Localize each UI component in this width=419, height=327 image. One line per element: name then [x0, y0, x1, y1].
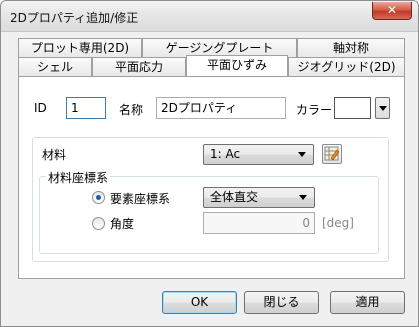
element-coord-label: 要素座標系 [110, 192, 171, 206]
material-label: 材料 [42, 148, 67, 162]
angle-unit: [deg] [322, 216, 354, 230]
tab-label: プロット専用(2D) [30, 41, 130, 55]
material-table-icon [324, 146, 340, 161]
close-button[interactable]: 閉じる [244, 291, 319, 314]
ok-button[interactable]: OK [162, 291, 237, 314]
id-label: ID [34, 101, 47, 115]
tab-shell[interactable]: シェル [18, 57, 92, 76]
material-value: 1: Ac [210, 147, 241, 161]
element-coord-radio[interactable] [92, 191, 105, 204]
color-dropdown-button[interactable] [375, 97, 390, 119]
chevron-down-icon [299, 195, 307, 200]
tab-label: ゲージングプレート [165, 41, 274, 55]
tab-geogrid-2d[interactable]: ジオグリッド(2D) [288, 57, 405, 76]
dialog-window: 2Dプロパティ追加/修正 ✕ プロット専用(2D) ゲージングプレート 軸対称 … [0, 0, 419, 327]
tab-plot-only-2d[interactable]: プロット専用(2D) [18, 38, 142, 57]
color-swatch[interactable] [334, 97, 371, 119]
tab-label: シェル [36, 60, 73, 74]
chevron-down-icon [298, 152, 306, 157]
tab-axisymmetric[interactable]: 軸対称 [297, 38, 405, 57]
name-label: 名称 [119, 103, 144, 117]
element-coord-select[interactable]: 全体直交 [203, 187, 315, 208]
material-coord-group: 材料座標系 要素座標系 全体直交 角度 0 [deg] [39, 169, 379, 254]
material-group: 材料 1: Ac 材料座標系 要素座標系 全体直交 角度 0 [deg] [32, 137, 389, 262]
material-edit-button[interactable] [322, 144, 342, 164]
tab-label: ジオグリッド(2D) [297, 60, 396, 74]
angle-radio[interactable] [92, 217, 105, 230]
close-icon: ✕ [386, 3, 398, 17]
tab-label: 平面ひずみ [206, 58, 267, 72]
angle-label: 角度 [110, 217, 135, 231]
id-field[interactable]: 1 [66, 97, 106, 119]
tab-plane-strain[interactable]: 平面ひずみ [186, 55, 288, 76]
tab-panel: ID 1 名称 2Dプロパティ カラー 材料 1: Ac 材料座標系 要素座標系… [18, 76, 405, 279]
color-label: カラー [296, 103, 333, 117]
close-window-button[interactable]: ✕ [372, 2, 412, 20]
element-coord-value: 全体直交 [210, 190, 259, 204]
material-select[interactable]: 1: Ac [203, 144, 314, 165]
tab-label: 平面応力 [114, 60, 163, 74]
window-title: 2Dプロパティ追加/修正 [10, 11, 139, 25]
name-field[interactable]: 2Dプロパティ [156, 97, 286, 119]
title-bar: 2Dプロパティ追加/修正 ✕ [1, 1, 418, 32]
tab-label: 軸対称 [332, 41, 369, 55]
material-coord-title: 材料座標系 [46, 169, 111, 186]
apply-button[interactable]: 適用 [330, 291, 405, 314]
angle-field[interactable]: 0 [203, 212, 315, 234]
tab-plane-stress[interactable]: 平面応力 [92, 57, 186, 76]
